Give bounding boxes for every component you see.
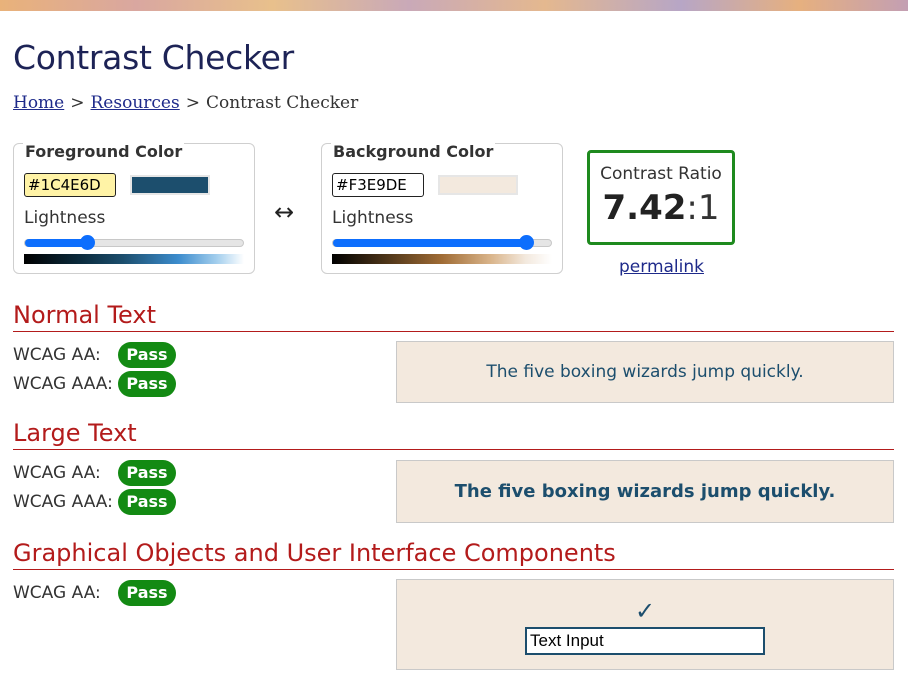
graphical-aa-pass-badge: Pass xyxy=(118,580,176,606)
permalink-link[interactable]: permalink xyxy=(619,257,704,277)
slider-thumb[interactable] xyxy=(519,235,534,250)
normal-aaa-label: WCAG AAA: xyxy=(13,374,113,394)
breadcrumb-home-link[interactable]: Home xyxy=(13,93,64,113)
large-text-heading: Large Text xyxy=(13,419,894,450)
foreground-color-picker[interactable] xyxy=(130,175,210,195)
background-lightness-slider[interactable] xyxy=(332,235,552,250)
breadcrumb: Home > Resources > Contrast Checker xyxy=(13,93,358,113)
normal-text-sample: The five boxing wizards jump quickly. xyxy=(396,341,894,403)
breadcrumb-current: Contrast Checker xyxy=(205,93,359,113)
page-title: Contrast Checker xyxy=(13,38,294,77)
sample-text-input[interactable] xyxy=(525,626,765,655)
background-color-picker[interactable] xyxy=(438,175,518,195)
decorative-header-band xyxy=(0,0,908,11)
contrast-ratio-label: Contrast Ratio xyxy=(600,164,722,184)
normal-aa-label: WCAG AA: xyxy=(13,345,101,365)
foreground-lightness-slider[interactable] xyxy=(24,235,244,250)
foreground-lightness-label: Lightness xyxy=(24,208,106,228)
large-text-sample: The five boxing wizards jump quickly. xyxy=(396,460,894,523)
background-legend: Background Color xyxy=(331,142,496,161)
checkmark-icon: ✓ xyxy=(634,596,656,625)
foreground-lightness-gradient xyxy=(24,254,244,264)
normal-text-heading: Normal Text xyxy=(13,301,894,332)
foreground-color-panel: Foreground Color Lightness xyxy=(13,142,255,274)
left-right-arrow-icon[interactable]: ↔ xyxy=(274,198,294,226)
large-aa-pass-badge: Pass xyxy=(118,460,176,486)
normal-aa-pass-badge: Pass xyxy=(118,342,176,368)
breadcrumb-resources-link[interactable]: Resources xyxy=(91,93,180,113)
breadcrumb-separator: > xyxy=(185,93,200,113)
large-aaa-pass-badge: Pass xyxy=(118,489,176,515)
large-aa-label: WCAG AA: xyxy=(13,463,101,483)
contrast-ratio-suffix: :1 xyxy=(686,188,720,228)
breadcrumb-separator: > xyxy=(70,93,85,113)
contrast-ratio-value: 7.42:1 xyxy=(590,188,732,228)
slider-fill xyxy=(333,239,528,247)
slider-thumb[interactable] xyxy=(80,235,95,250)
contrast-ratio-box: Contrast Ratio 7.42:1 xyxy=(587,150,735,245)
graphical-objects-sample: ✓ xyxy=(396,579,894,670)
foreground-hex-input[interactable] xyxy=(24,173,116,197)
contrast-ratio-number: 7.42 xyxy=(602,188,687,228)
normal-aaa-pass-badge: Pass xyxy=(118,371,176,397)
foreground-legend: Foreground Color xyxy=(23,142,185,161)
background-hex-input[interactable] xyxy=(332,173,424,197)
background-lightness-gradient xyxy=(332,254,552,264)
background-lightness-label: Lightness xyxy=(332,208,414,228)
background-color-panel: Background Color Lightness xyxy=(321,142,563,274)
graphical-objects-heading: Graphical Objects and User Interface Com… xyxy=(13,539,894,570)
graphical-aa-label: WCAG AA: xyxy=(13,583,101,603)
large-aaa-label: WCAG AAA: xyxy=(13,492,113,512)
